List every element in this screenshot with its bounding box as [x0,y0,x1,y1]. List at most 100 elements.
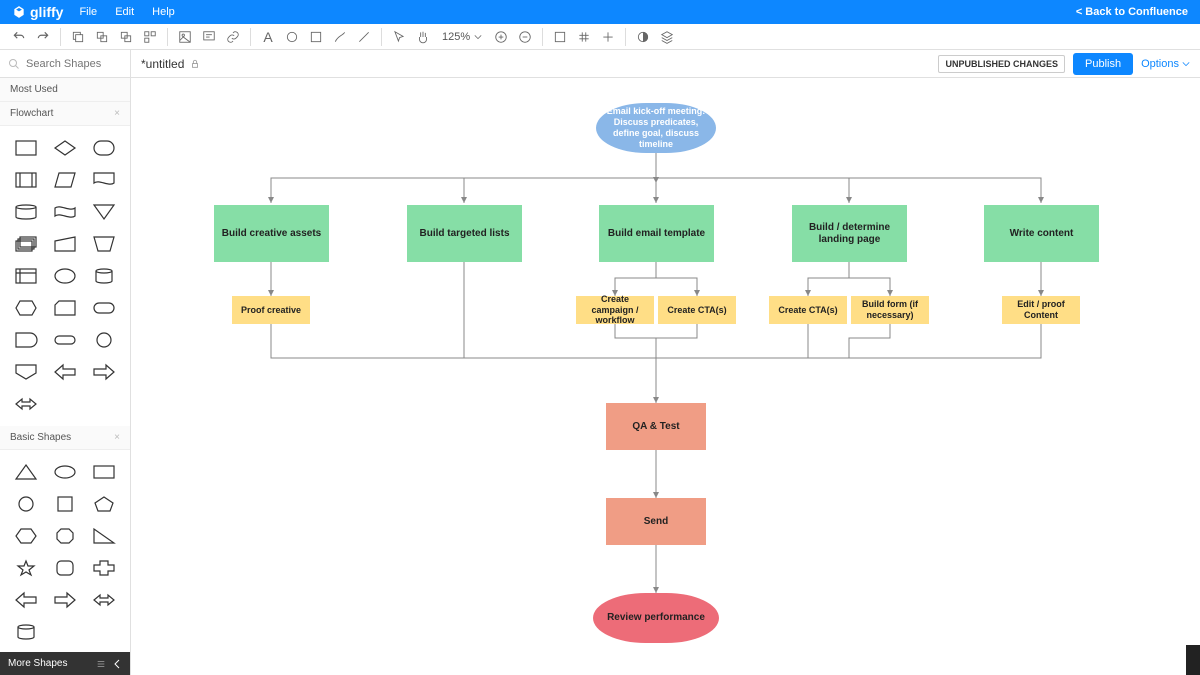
shape-triangle[interactable] [8,458,43,486]
shape-octagon[interactable] [47,522,82,550]
text-icon[interactable]: A [257,26,279,48]
shape-rect-basic[interactable] [87,458,122,486]
node-qa-test[interactable]: QA & Test [606,403,706,450]
chevron-down-icon [1182,60,1190,68]
scrollbar-indicator[interactable] [1186,645,1200,675]
circle-tool-icon[interactable] [281,26,303,48]
close-icon[interactable]: × [114,432,120,443]
node-review[interactable]: Review performance [593,593,719,643]
shape-arrow-bidir[interactable] [8,390,43,418]
group-icon[interactable] [139,26,161,48]
bring-forward-icon[interactable] [91,26,113,48]
redo-icon[interactable] [32,26,54,48]
section-flowchart[interactable]: Flowchart × [0,102,130,126]
connector-tool-icon[interactable] [329,26,351,48]
node-build-landing[interactable]: Build / determine landing page [792,205,907,262]
shape-arrow-r[interactable] [47,586,82,614]
line-tool-icon[interactable] [353,26,375,48]
shape-io[interactable] [47,166,82,194]
shape-right-triangle[interactable] [87,522,122,550]
shape-arrow-left[interactable] [47,358,82,386]
shape-multi-doc[interactable] [8,230,43,258]
node-build-form[interactable]: Build form (if necessary) [851,296,929,324]
theme-icon[interactable] [632,26,654,48]
menu-edit[interactable]: Edit [115,6,134,18]
pointer-tool-icon[interactable] [388,26,410,48]
section-basic-shapes[interactable]: Basic Shapes × [0,426,130,450]
shape-square[interactable] [47,490,82,518]
shape-ellipse[interactable] [47,262,82,290]
image-icon[interactable] [174,26,196,48]
node-create-cta2[interactable]: Create CTA(s) [769,296,847,324]
zoom-out-icon[interactable] [514,26,536,48]
menu-file[interactable]: File [79,6,97,18]
shape-arrow-l[interactable] [8,586,43,614]
node-write-content[interactable]: Write content [984,205,1099,262]
menu-help[interactable]: Help [152,6,175,18]
shape-triangle-down[interactable] [87,198,122,226]
shape-pentagon[interactable] [87,490,122,518]
section-most-used[interactable]: Most Used [0,78,130,102]
logo[interactable]: gliffy [12,4,63,20]
send-backward-icon[interactable] [115,26,137,48]
layers-icon[interactable] [656,26,678,48]
shape-oval[interactable] [47,458,82,486]
shape-manual-op[interactable] [87,230,122,258]
shape-pill[interactable] [47,326,82,354]
node-create-cta1[interactable]: Create CTA(s) [658,296,736,324]
snap-icon[interactable] [597,26,619,48]
shape-offpage[interactable] [8,358,43,386]
shape-predefined[interactable] [8,166,43,194]
copy-icon[interactable] [67,26,89,48]
undo-icon[interactable] [8,26,30,48]
shape-diamond[interactable] [47,134,82,162]
diagram-canvas[interactable]: Email kick-off meeting: Discuss predicat… [131,78,1200,675]
zoom-in-icon[interactable] [490,26,512,48]
shape-hexagon-basic[interactable] [8,522,43,550]
node-edit-content[interactable]: Edit / proof Content [1002,296,1080,324]
note-icon[interactable] [198,26,220,48]
shape-rounded-rect[interactable] [87,134,122,162]
fit-icon[interactable] [549,26,571,48]
shape-cylinder[interactable] [87,262,122,290]
shape-arrow-both[interactable] [87,586,122,614]
node-build-template[interactable]: Build email template [599,205,714,262]
shape-document[interactable] [87,166,122,194]
publish-button[interactable]: Publish [1073,53,1133,75]
node-send[interactable]: Send [606,498,706,545]
shape-internal-storage[interactable] [8,262,43,290]
shape-circle-basic[interactable] [8,490,43,518]
link-icon[interactable] [222,26,244,48]
shape-rectangle[interactable] [8,134,43,162]
square-tool-icon[interactable] [305,26,327,48]
shape-cross[interactable] [87,554,122,582]
node-create-campaign[interactable]: Create campaign / workflow [576,296,654,324]
shape-manual-input[interactable] [47,230,82,258]
back-to-confluence-link[interactable]: < Back to Confluence [1076,6,1188,18]
document-title[interactable]: *untitled [131,57,200,71]
shape-rounded-square[interactable] [47,554,82,582]
node-build-lists[interactable]: Build targeted lists [407,205,522,262]
shape-hexagon[interactable] [8,294,43,322]
shape-arrow-right[interactable] [87,358,122,386]
shape-database[interactable] [8,198,43,226]
shape-delay[interactable] [8,326,43,354]
shape-card[interactable] [47,294,82,322]
zoom-level[interactable]: 125% [436,31,488,43]
node-kickoff[interactable]: Email kick-off meeting: Discuss predicat… [596,103,716,153]
more-shapes-button[interactable]: More Shapes [0,652,130,675]
search-shapes[interactable] [0,50,131,78]
pan-tool-icon[interactable] [412,26,434,48]
chevron-down-icon [474,33,482,41]
close-icon[interactable]: × [114,108,120,119]
shape-cylinder-basic[interactable] [8,618,43,646]
shape-terminator[interactable] [87,294,122,322]
shape-tape[interactable] [47,198,82,226]
node-proof-creative[interactable]: Proof creative [232,296,310,324]
node-build-creative[interactable]: Build creative assets [214,205,329,262]
grid-icon[interactable] [573,26,595,48]
search-input[interactable] [26,58,116,70]
options-link[interactable]: Options [1141,58,1190,70]
shape-star[interactable] [8,554,43,582]
shape-circle[interactable] [87,326,122,354]
